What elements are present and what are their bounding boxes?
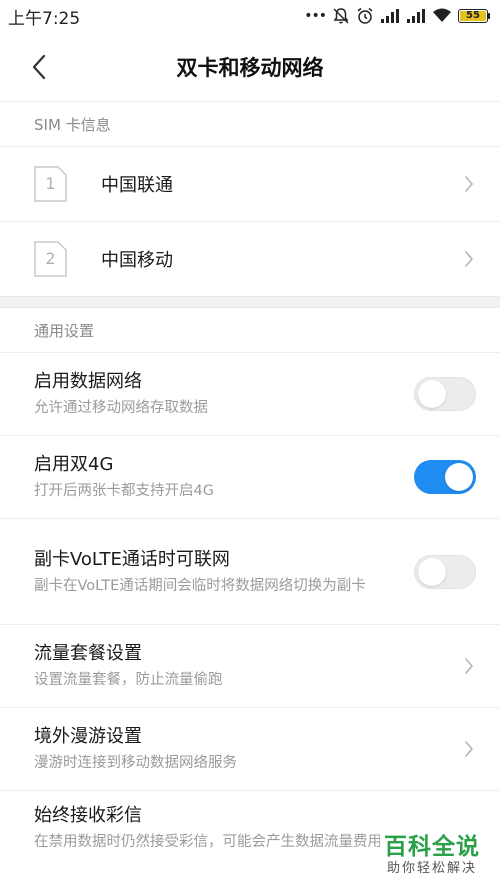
setting-enable-data[interactable]: 启用数据网络 允许通过移动网络存取数据 [0,352,500,435]
status-icons: ••• 55 [304,7,490,25]
chevron-right-icon [462,739,476,759]
setting-title: 启用数据网络 [34,371,142,392]
back-button[interactable] [24,52,54,82]
setting-volte-data[interactable]: 副卡VoLTE通话时可联网 副卡在VoLTE通话期间会临时将数据网络切换为副卡 [0,518,500,624]
setting-data-plan[interactable]: 流量套餐设置 设置流量套餐，防止流量偷跑 [0,624,500,707]
sim-card-row-2[interactable]: 2 中国移动 [0,221,500,296]
watermark-subtitle: 助你轻松解决 [386,861,477,876]
wifi-icon [433,8,451,22]
status-time: 上午7:25 [8,8,81,29]
setting-title: 副卡VoLTE通话时可联网 [34,548,230,570]
setting-title: 始终接收彩信 [34,805,142,826]
chevron-right-icon [462,249,476,269]
section-divider [0,296,500,308]
enable-data-toggle[interactable] [414,377,476,411]
setting-description: 漫游时连接到移动数据网络服务 [34,755,237,771]
setting-title: 启用双4G [34,454,114,475]
setting-roaming[interactable]: 境外漫游设置 漫游时连接到移动数据网络服务 [0,707,500,790]
sim-section-label: SIM 卡信息 [34,115,111,134]
dual-4g-toggle[interactable] [414,460,476,494]
sim-card-icon: 2 [34,241,67,277]
chevron-right-icon [462,174,476,194]
general-section-label: 通用设置 [34,321,95,340]
sim-card-icon: 1 [34,166,67,202]
mute-bell-icon [333,8,349,24]
battery-icon: 55 [458,9,490,23]
more-dots: ••• [304,8,327,24]
signal-icon [381,9,399,23]
signal-icon-2 [407,9,425,23]
watermark-title: 百科全说 [384,834,480,860]
setting-title: 境外漫游设置 [34,726,142,747]
battery-level: 55 [460,11,486,21]
page-header: 双卡和移动网络 [0,32,500,102]
sim-carrier-name: 中国移动 [101,250,173,271]
sim-card-row-1[interactable]: 1 中国联通 [0,146,500,221]
sim-slot-number: 1 [45,174,56,193]
setting-description: 允许通过移动网络存取数据 [34,400,208,416]
sim-slot-number: 2 [45,249,56,268]
chevron-left-icon [32,54,46,80]
alarm-icon [357,7,373,24]
setting-title: 流量套餐设置 [34,643,142,664]
chevron-right-icon [462,656,476,676]
setting-enable-dual-4g[interactable]: 启用双4G 打开后两张卡都支持开启4G [0,435,500,518]
page-title: 双卡和移动网络 [176,55,324,80]
setting-description: 设置流量套餐，防止流量偷跑 [34,672,223,688]
setting-description: 副卡在VoLTE通话期间会临时将数据网络切换为副卡 [34,577,366,594]
status-bar: 上午7:25 ••• 55 [0,0,500,32]
sim-carrier-name: 中国联通 [101,175,173,196]
volte-data-toggle[interactable] [414,554,476,589]
watermark-logo: 百科全说 助你轻松解决 [380,831,484,879]
setting-description: 打开后两张卡都支持开启4G [34,483,214,499]
